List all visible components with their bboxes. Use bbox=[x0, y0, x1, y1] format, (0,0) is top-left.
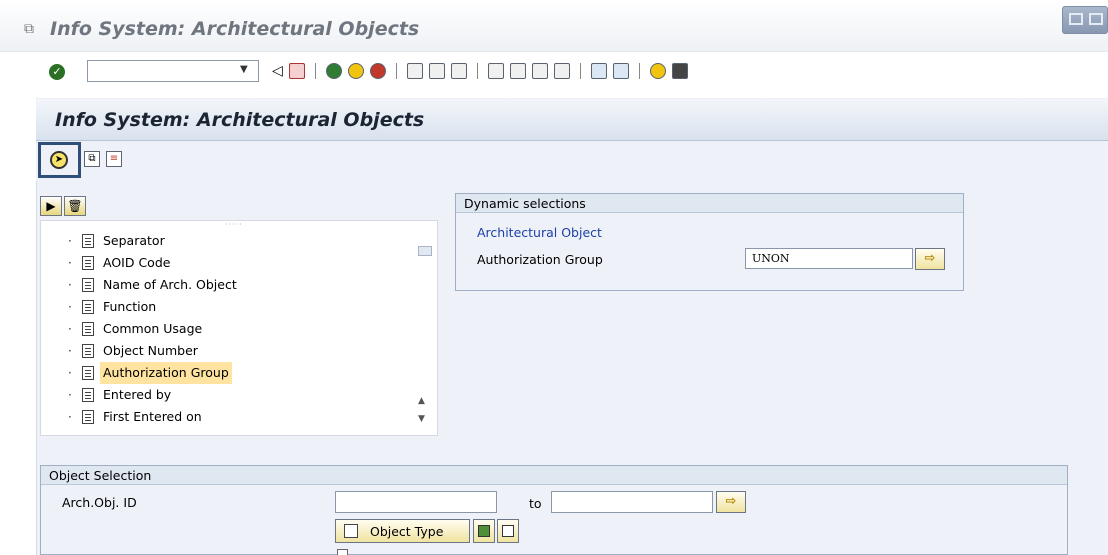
tree-item-label: Object Number bbox=[103, 343, 198, 358]
toolbar-separator bbox=[476, 63, 478, 79]
toolbar-separator bbox=[314, 63, 316, 79]
back-icon[interactable]: ◁ bbox=[272, 63, 283, 79]
bullet-icon: · bbox=[68, 322, 72, 336]
dynamic-selections-header: Dynamic selections bbox=[456, 194, 963, 213]
toolbar-separator bbox=[395, 63, 397, 79]
tree-item-label: First Entered on bbox=[103, 409, 202, 424]
customize-layout-icon[interactable] bbox=[671, 63, 688, 79]
document-icon bbox=[82, 366, 94, 380]
tree-item-first-entered-on[interactable]: · First Entered on bbox=[68, 406, 418, 428]
tree-item-authorization-group[interactable]: · Authorization Group bbox=[68, 362, 418, 384]
find-icon[interactable] bbox=[428, 63, 445, 79]
tree-item-function[interactable]: · Function bbox=[68, 296, 418, 318]
arch-obj-id-from-input[interactable] bbox=[335, 491, 497, 513]
document-icon bbox=[82, 344, 94, 358]
new-session-icon[interactable] bbox=[590, 63, 607, 79]
document-icon bbox=[82, 256, 94, 270]
toolbar-separator bbox=[579, 63, 581, 79]
tree-item-entered-by[interactable]: · Entered by bbox=[68, 384, 418, 406]
field-tree-list: · Separator · AOID Code · Name of Arch. … bbox=[68, 230, 418, 428]
select-all-icon bbox=[478, 525, 490, 537]
document-icon bbox=[82, 410, 94, 424]
bullet-icon: · bbox=[68, 388, 72, 402]
tree-item-label: Separator bbox=[103, 233, 165, 248]
expand-button[interactable]: ▶ bbox=[40, 196, 62, 216]
checkbox[interactable] bbox=[337, 549, 348, 555]
minimize-button[interactable] bbox=[1062, 6, 1108, 34]
scroll-thumb[interactable] bbox=[418, 246, 432, 256]
document-icon bbox=[82, 388, 94, 402]
scroll-up-icon[interactable]: ▲ bbox=[418, 396, 425, 406]
print-icon[interactable] bbox=[406, 63, 423, 79]
tree-item-label: Common Usage bbox=[103, 321, 203, 336]
last-page-icon[interactable] bbox=[553, 63, 570, 79]
first-page-icon[interactable] bbox=[487, 63, 504, 79]
bullet-icon: · bbox=[68, 344, 72, 358]
enter-icon[interactable]: ✓ bbox=[49, 64, 65, 80]
arch-obj-id-label: Arch.Obj. ID bbox=[62, 495, 137, 510]
toolbar-separator bbox=[638, 63, 640, 79]
minimize-icon bbox=[1069, 13, 1083, 25]
get-variant-icon[interactable]: ⧉ bbox=[84, 151, 100, 167]
object-type-icon bbox=[344, 524, 358, 538]
object-type-button[interactable]: Object Type bbox=[335, 519, 470, 543]
page-title: Info System: Architectural Objects bbox=[55, 109, 425, 131]
menu-icon[interactable]: ⧉ bbox=[24, 21, 34, 37]
execute-icon[interactable]: ➤ bbox=[50, 151, 68, 169]
bullet-icon: · bbox=[68, 278, 72, 292]
find-next-icon[interactable] bbox=[450, 63, 467, 79]
document-icon bbox=[82, 234, 94, 248]
authorization-group-input[interactable]: UNON bbox=[745, 248, 913, 269]
deselect-all-button[interactable] bbox=[497, 519, 519, 543]
dynamic-selections-icon[interactable]: ≡ bbox=[106, 151, 122, 167]
select-all-button[interactable] bbox=[473, 519, 495, 543]
next-page-icon[interactable] bbox=[531, 63, 548, 79]
document-icon bbox=[82, 278, 94, 292]
tree-item-object-number[interactable]: · Object Number bbox=[68, 340, 418, 362]
delete-icon[interactable]: 🗑 bbox=[64, 196, 86, 216]
toolbar-icon-group: ◁ bbox=[272, 60, 688, 82]
splitter-handle[interactable]: ····· bbox=[225, 220, 243, 229]
tree-item-label: Entered by bbox=[103, 387, 172, 402]
exit-icon[interactable] bbox=[347, 63, 364, 79]
object-type-label: Object Type bbox=[370, 523, 444, 539]
bullet-icon: · bbox=[68, 366, 72, 380]
authorization-group-label: Authorization Group bbox=[477, 252, 603, 267]
tree-item-label: Name of Arch. Object bbox=[103, 277, 237, 292]
tree-item-label: Authorization Group bbox=[100, 362, 232, 384]
bullet-icon: · bbox=[68, 234, 72, 248]
help-icon[interactable] bbox=[649, 63, 666, 79]
save-icon[interactable] bbox=[288, 63, 305, 79]
to-label: to bbox=[529, 496, 542, 511]
maximize-icon bbox=[1089, 13, 1103, 25]
bullet-icon: · bbox=[68, 410, 72, 424]
multiple-selection-button[interactable]: ⇨ bbox=[915, 248, 945, 270]
command-field[interactable] bbox=[87, 60, 259, 82]
previous-page-icon[interactable] bbox=[509, 63, 526, 79]
arch-obj-id-to-input[interactable] bbox=[551, 491, 713, 513]
command-dropdown-icon[interactable]: ▼ bbox=[240, 64, 248, 75]
deselect-all-icon bbox=[502, 525, 514, 537]
tree-item-label: AOID Code bbox=[103, 255, 171, 270]
bullet-icon: · bbox=[68, 300, 72, 314]
multiple-selection-button[interactable]: ⇨ bbox=[716, 491, 746, 513]
document-icon bbox=[82, 322, 94, 336]
tree-item-name-of-arch-object[interactable]: · Name of Arch. Object bbox=[68, 274, 418, 296]
object-selection-header: Object Selection bbox=[41, 466, 1067, 485]
scroll-down-icon[interactable]: ▼ bbox=[418, 414, 425, 424]
tree-item-label: Function bbox=[103, 299, 157, 314]
cancel-icon[interactable] bbox=[369, 63, 386, 79]
tree-item-common-usage[interactable]: · Common Usage bbox=[68, 318, 418, 340]
document-icon bbox=[82, 300, 94, 314]
bullet-icon: · bbox=[68, 256, 72, 270]
tree-item-aoid-code[interactable]: · AOID Code bbox=[68, 252, 418, 274]
window-title: Info System: Architectural Objects bbox=[50, 18, 420, 40]
tree-item-separator[interactable]: · Separator bbox=[68, 230, 418, 252]
shortcut-icon[interactable] bbox=[612, 63, 629, 79]
back-green-icon[interactable] bbox=[325, 63, 342, 79]
application-toolbar bbox=[36, 143, 1108, 181]
dynamic-selections-group: Architectural Object bbox=[477, 225, 602, 240]
